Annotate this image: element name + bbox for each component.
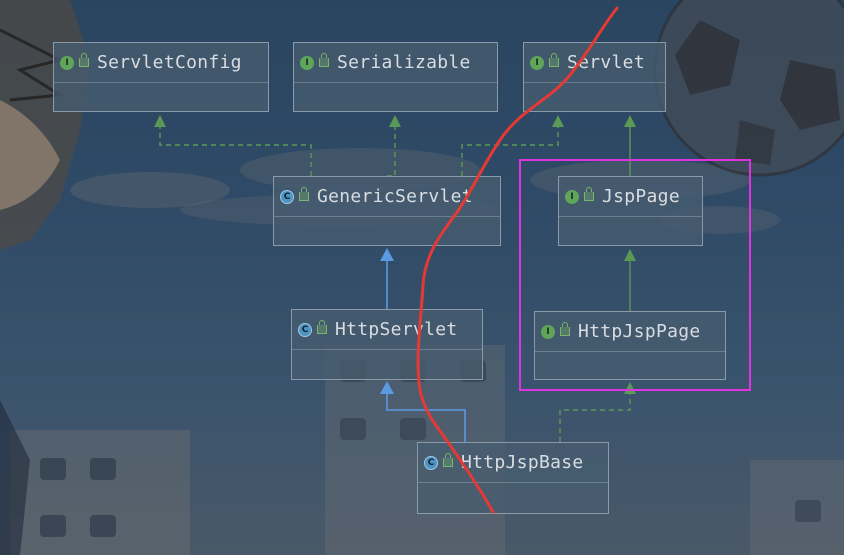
annotation-freehand-line — [416, 6, 619, 514]
